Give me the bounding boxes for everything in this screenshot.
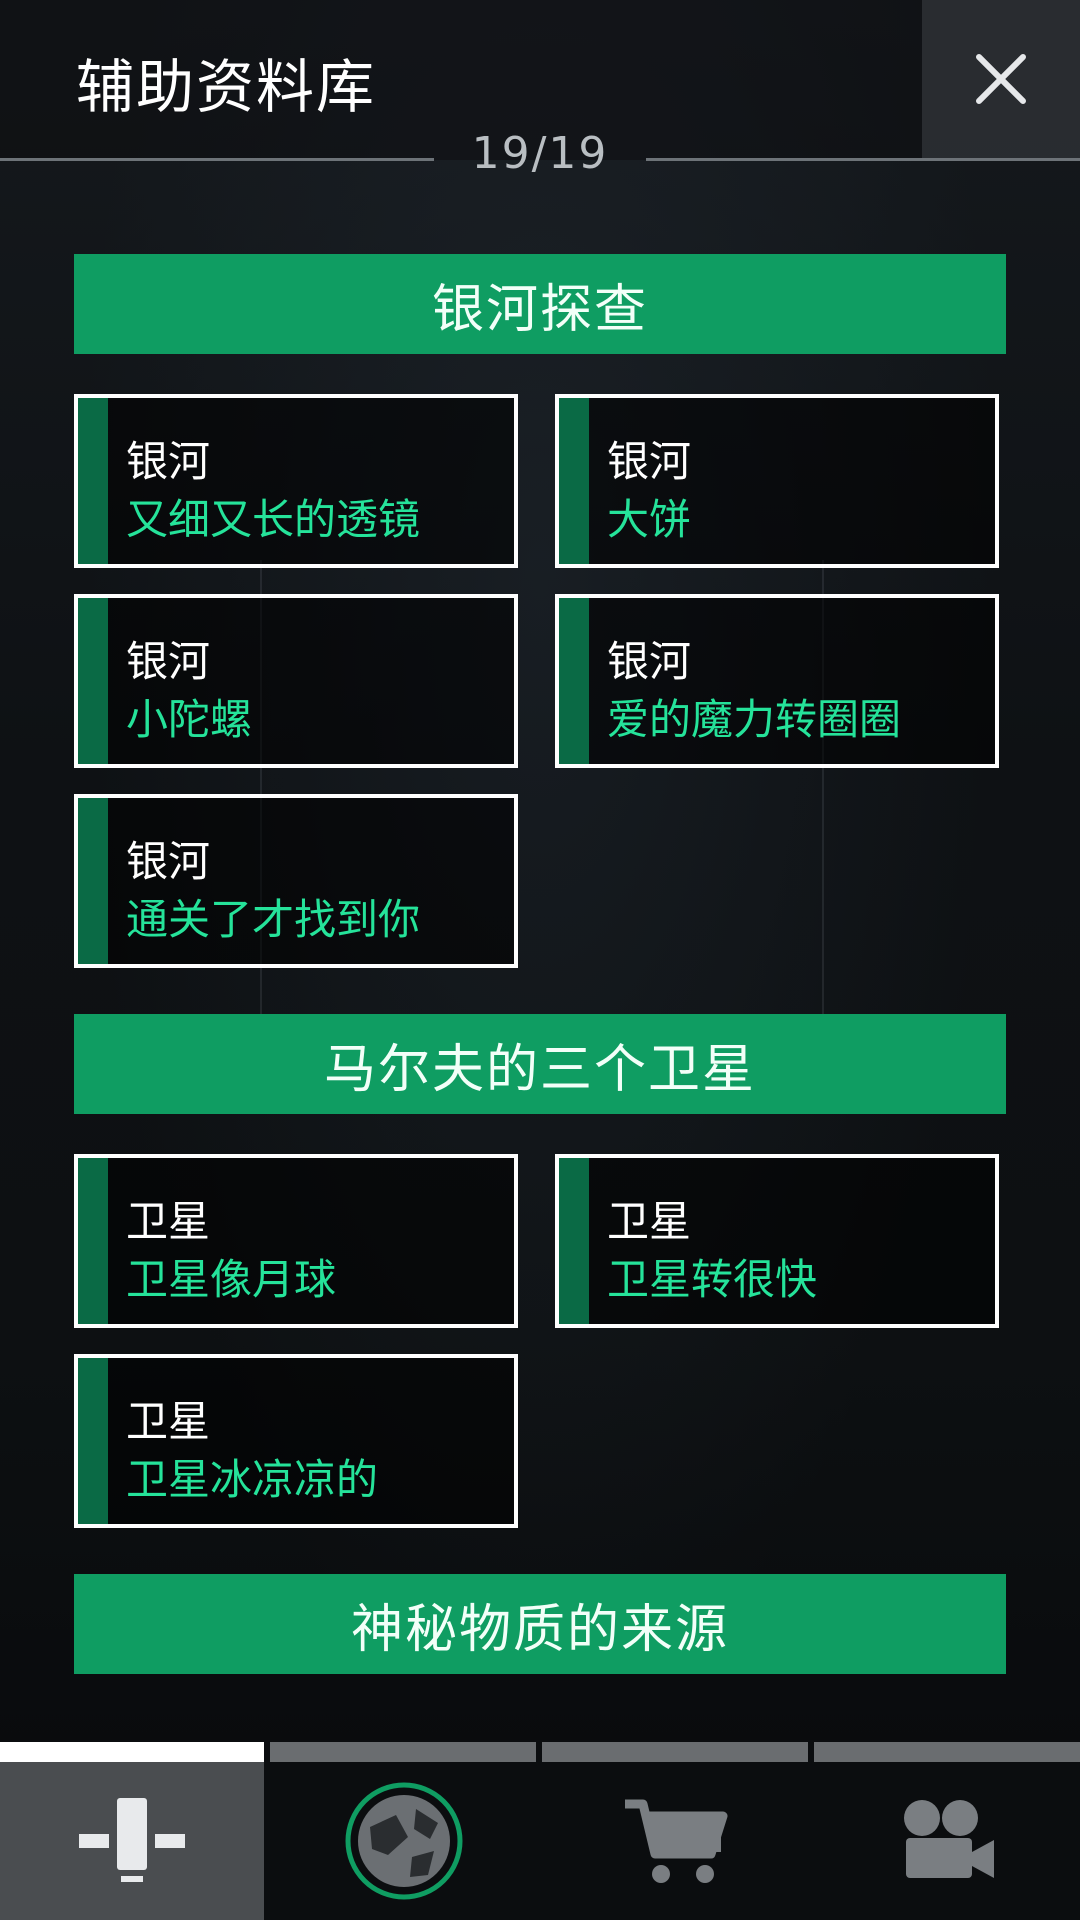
card-category: 银河 [126,637,211,686]
card-stripe [559,398,589,564]
card-category: 银河 [126,837,211,886]
card-stripe [78,598,108,764]
tab-planet[interactable] [272,1762,536,1920]
section-header-galaxy: 银河探查 [74,254,1006,354]
card-stripe [559,1158,589,1324]
section-header-mystery-matter: 神秘物质的来源 [74,1574,1006,1674]
tab-indicator-active [0,1742,264,1762]
card-satellite-cold[interactable]: 卫星 卫星冰凉凉的 [74,1354,518,1528]
card-name: 卫星转很快 [607,1255,818,1304]
tab-indicator [270,1742,536,1762]
section-header-satellites: 马尔夫的三个卫星 [74,1014,1006,1114]
page-counter: 19/19 [471,128,609,179]
card-satellite-fast[interactable]: 卫星 卫星转很快 [555,1154,999,1328]
card-stripe [559,598,589,764]
card-galaxy-spin[interactable]: 银河 爱的魔力转圈圈 [555,594,999,768]
card-stripe [78,1158,108,1324]
card-name: 小陀螺 [126,695,253,744]
card-galaxy-lens[interactable]: 银河 又细又长的透镜 [74,394,518,568]
tab-shop[interactable] [544,1762,808,1920]
card-stripe [78,798,108,964]
card-name: 通关了才找到你 [126,895,421,944]
card-galaxy-found[interactable]: 银河 通关了才找到你 [74,794,518,968]
close-icon [976,54,1026,104]
card-category: 银河 [126,437,211,486]
pin-icon [79,1798,185,1882]
card-category: 银河 [607,437,692,486]
planet-icon [345,1782,463,1900]
card-galaxy-pancake[interactable]: 银河 大饼 [555,394,999,568]
tab-library[interactable] [0,1762,264,1920]
video-camera-icon [904,1800,994,1878]
cart-icon [625,1799,728,1883]
page-title: 辅助资料库 [76,53,377,121]
tab-video[interactable] [816,1762,1080,1920]
card-name: 卫星冰凉凉的 [126,1455,379,1504]
card-category: 卫星 [126,1197,211,1246]
card-category: 卫星 [126,1397,211,1446]
card-category: 卫星 [607,1197,692,1246]
card-stripe [78,398,108,564]
card-category: 银河 [607,637,692,686]
card-stripe [78,1358,108,1524]
card-name: 又细又长的透镜 [126,495,421,544]
tab-indicator [814,1742,1080,1762]
card-name: 爱的魔力转圈圈 [607,695,902,744]
card-name: 大饼 [607,495,692,544]
tab-indicator [542,1742,808,1762]
card-name: 卫星像月球 [126,1255,337,1304]
card-satellite-moon[interactable]: 卫星 卫星像月球 [74,1154,518,1328]
card-galaxy-top[interactable]: 银河 小陀螺 [74,594,518,768]
